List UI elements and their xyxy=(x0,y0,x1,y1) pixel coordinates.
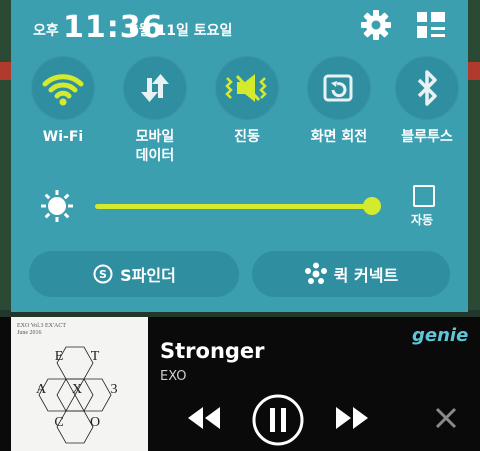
background-edge-right xyxy=(468,0,480,310)
album-hexagon-graphic: E T A X 3 C O xyxy=(36,346,118,444)
close-icon xyxy=(435,407,457,429)
toggle-screen-rotation-label: 화면 회전 xyxy=(310,129,368,145)
toggle-bluetooth-label: 블루투스 xyxy=(401,129,453,145)
vibrate-icon xyxy=(225,74,267,102)
edit-quick-settings-button[interactable] xyxy=(415,10,449,40)
settings-button[interactable] xyxy=(359,8,393,42)
media-player-notification[interactable]: EXO Vol.3 EX'ACT June 2016 E T A X 3 C O… xyxy=(0,317,480,451)
sfinder-label: S파인더 xyxy=(120,266,176,285)
screen-rotation-icon xyxy=(323,74,353,102)
toggle-vibrate[interactable]: 진동 xyxy=(207,56,287,147)
brightness-row: 자동 xyxy=(11,180,468,234)
brightness-sun-icon xyxy=(41,190,73,222)
song-title: Stronger xyxy=(160,339,265,363)
brightness-slider-thumb[interactable] xyxy=(363,197,382,215)
album-letter: X xyxy=(72,382,82,397)
toggle-mobile-data-label: 모바일 데이터 xyxy=(135,129,175,164)
album-letter: C xyxy=(54,415,63,430)
album-art: EXO Vol.3 EX'ACT June 2016 E T A X 3 C O xyxy=(11,317,148,451)
pause-button[interactable] xyxy=(251,393,305,447)
status-row: 오후 11:36 6월 11일 토요일 xyxy=(11,0,468,50)
quick-connect-button[interactable]: 퀵 커넥트 xyxy=(252,251,450,297)
quick-connect-label: 퀵 커넥트 xyxy=(333,266,399,285)
mobile-data-icon xyxy=(141,74,169,102)
auto-brightness-checkbox[interactable] xyxy=(413,185,435,207)
toggle-wifi-circle xyxy=(31,56,95,120)
artist-name: EXO xyxy=(160,369,187,384)
toggle-bluetooth-circle xyxy=(395,56,459,120)
next-track-button[interactable] xyxy=(334,403,370,433)
toggle-mobile-data-circle xyxy=(123,56,187,120)
sfinder-icon: S xyxy=(93,264,113,284)
album-letter: O xyxy=(90,415,100,430)
toggle-vibrate-label: 진동 xyxy=(234,129,260,145)
sfinder-button[interactable]: S S파인더 xyxy=(29,251,239,297)
toggle-screen-rotation[interactable]: 화면 회전 xyxy=(299,56,379,147)
album-letter: 3 xyxy=(111,382,118,397)
pause-icon xyxy=(252,394,304,446)
album-letter: T xyxy=(91,349,100,364)
fast-forward-icon xyxy=(336,407,368,429)
wifi-icon xyxy=(42,74,84,106)
bluetooth-icon xyxy=(417,70,437,106)
date-label: 6월 11일 토요일 xyxy=(129,23,233,39)
notification-panel: 오후 11:36 6월 11일 토요일 Wi-Fi 모바일 데이터 진동 화면 … xyxy=(11,0,468,312)
toggle-bluetooth[interactable]: 블루투스 xyxy=(387,56,467,147)
toggle-vibrate-circle xyxy=(215,56,279,120)
genie-logo: genie xyxy=(412,325,469,346)
toggle-wifi[interactable]: Wi-Fi xyxy=(23,56,103,147)
quick-connect-icon xyxy=(304,262,327,284)
close-player-button[interactable] xyxy=(433,405,459,431)
rewind-icon xyxy=(188,407,220,429)
toggle-screen-rotation-circle xyxy=(307,56,371,120)
album-letter: A xyxy=(36,382,47,397)
background-red-marker xyxy=(468,62,480,80)
grid-edit-icon xyxy=(417,12,445,38)
gear-icon xyxy=(361,10,391,40)
previous-track-button[interactable] xyxy=(186,403,222,433)
toggle-mobile-data[interactable]: 모바일 데이터 xyxy=(115,56,195,166)
toggle-wifi-label: Wi-Fi xyxy=(42,129,84,145)
ampm-label: 오후 xyxy=(33,23,59,39)
brightness-slider-track[interactable] xyxy=(95,204,381,209)
auto-brightness-label: 자동 xyxy=(411,213,434,227)
album-letter: E xyxy=(55,349,64,364)
svg-text:S: S xyxy=(99,268,107,281)
